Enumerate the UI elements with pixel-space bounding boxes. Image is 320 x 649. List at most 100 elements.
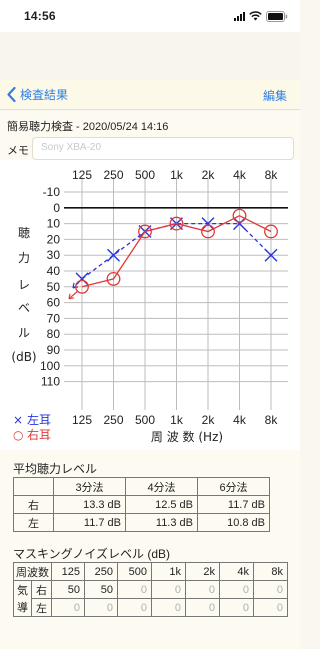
masking-cell: 0 xyxy=(185,598,220,617)
x-tick-label-bottom: 2k xyxy=(202,413,216,427)
x-tick-label-top: 4k xyxy=(233,168,247,182)
masking-header-label: 周波数 xyxy=(13,562,52,581)
y-tick-label: 40 xyxy=(47,264,61,278)
masking-freq: 500 xyxy=(117,562,152,581)
y-axis-label-char: (dB) xyxy=(11,350,36,364)
masking-cell: 0 xyxy=(253,580,288,599)
x-axis-label: 周 波 数 (Hz) xyxy=(151,429,223,444)
x-tick-label-bottom: 4k xyxy=(233,413,247,427)
masking-freq: 250 xyxy=(84,562,118,581)
masking-group-label: 気 xyxy=(13,580,32,599)
status-bar: 14:56 xyxy=(0,0,300,32)
test-title: 簡易聴力検査 - 2020/05/24 14:16 xyxy=(7,121,169,133)
legend-symbol: ○ xyxy=(13,428,23,442)
x-tick-label-bottom: 8k xyxy=(265,413,279,427)
x-tick-label-top: 500 xyxy=(135,168,155,182)
masking-cell: 0 xyxy=(219,580,254,599)
x-tick-label-top: 125 xyxy=(72,168,92,182)
masking-freq: 1k xyxy=(151,562,186,581)
table-row: 左 11.7 dB 11.3 dB 10.8 dB xyxy=(13,513,270,532)
masking-cell: 0 xyxy=(151,580,186,599)
average-cell: 11.7 dB xyxy=(197,495,270,514)
x-tick-label-bottom: 125 xyxy=(72,413,92,427)
audiogram-chart: -10 0 1020 30 40 50 6070 80 90 100 110 125 125 250 250… xyxy=(0,160,300,450)
y-tick-label: -10 xyxy=(43,185,61,199)
masking-noise-table: 周波数 125 250 500 1k 2k 4k 8k 気 右 50 50 0 … xyxy=(13,562,288,617)
navigation-bar: 検査結果 編集 xyxy=(0,80,300,110)
average-header-3: 3分法 xyxy=(53,477,126,496)
y-axis-label-char: ベ xyxy=(18,301,30,315)
back-button-label: 検査結果 xyxy=(20,88,69,102)
x-tick-label-top: 1k xyxy=(170,168,184,182)
row-label-left: 左 xyxy=(13,513,54,532)
masking-cell: 0 xyxy=(253,598,288,617)
masking-cell: 0 xyxy=(117,598,152,617)
masking-cell: 0 xyxy=(219,598,254,617)
average-cell: 11.3 dB xyxy=(125,513,198,532)
y-tick-label: 10 xyxy=(47,217,61,231)
x-tick-label-top: 8k xyxy=(265,168,279,182)
x-tick-label-top: 2k xyxy=(202,168,216,182)
masking-cell: 0 xyxy=(151,598,186,617)
masking-cell: 0 xyxy=(84,598,118,617)
masking-cell: 50 xyxy=(51,580,85,599)
memo-label: メモ xyxy=(7,145,29,157)
average-hearing-table: 3分法 4分法 6分法 右 13.3 dB 12.5 dB 11.7 dB 左 … xyxy=(13,477,270,532)
legend-label: 左耳 xyxy=(27,412,51,427)
y-tick-label: 70 xyxy=(47,311,61,325)
masking-cell: 0 xyxy=(51,598,85,617)
average-section-title: 平均聴力レベル xyxy=(13,462,98,476)
x-tick-label-bottom: 1k xyxy=(170,413,184,427)
x-tick-label-top: 250 xyxy=(103,168,123,182)
x-tick-label-bottom: 250 xyxy=(103,413,123,427)
legend-label: 右耳 xyxy=(27,427,51,442)
wifi-icon xyxy=(249,11,262,21)
row-label-right: 右 xyxy=(13,495,54,514)
back-button[interactable]: 検査結果 xyxy=(7,86,68,103)
average-cell: 10.8 dB xyxy=(197,513,270,532)
average-header-6: 6分法 xyxy=(197,477,270,496)
average-cell: 11.7 dB xyxy=(53,513,126,532)
top-spacer xyxy=(0,32,300,80)
y-tick-label: 90 xyxy=(47,343,61,357)
battery-icon xyxy=(266,10,288,22)
table-row: 導 左 0 0 0 0 0 0 0 xyxy=(13,598,288,617)
chart-background xyxy=(0,160,300,450)
y-tick-label: 20 xyxy=(47,232,61,246)
average-header-4: 4分法 xyxy=(125,477,198,496)
y-tick-label: 30 xyxy=(47,248,61,262)
table-row: 気 右 50 50 0 0 0 0 0 xyxy=(13,580,288,599)
masking-section-title: マスキングノイズレベル (dB) xyxy=(13,547,171,561)
y-axis-label-char: 力 xyxy=(18,251,30,265)
y-tick-label: 60 xyxy=(47,296,61,310)
status-time: 14:56 xyxy=(24,9,56,23)
y-tick-label: 0 xyxy=(53,201,60,215)
x-tick-label-bottom: 500 xyxy=(135,413,155,427)
masking-group-label: 導 xyxy=(13,598,32,617)
y-tick-label: 100 xyxy=(40,359,60,373)
masking-freq: 4k xyxy=(219,562,254,581)
masking-cell: 50 xyxy=(84,580,118,599)
masking-cell: 0 xyxy=(185,580,220,599)
status-icons xyxy=(234,10,288,22)
masking-row-label-left: 左 xyxy=(31,598,52,617)
masking-cell: 0 xyxy=(117,580,152,599)
legend-symbol: × xyxy=(13,413,23,427)
y-axis-label-char: 聴 xyxy=(18,226,30,240)
y-tick-label: 110 xyxy=(41,375,60,389)
signal-icon xyxy=(234,11,245,21)
average-cell: 13.3 dB xyxy=(53,495,126,514)
edit-button[interactable]: 編集 xyxy=(263,87,287,104)
y-axis-label-char: ル xyxy=(18,326,30,340)
average-header-corner xyxy=(13,477,54,496)
memo-field: Sony XBA-20 xyxy=(32,137,294,160)
masking-freq: 125 xyxy=(51,562,85,581)
y-axis-label-char: レ xyxy=(18,278,30,292)
masking-freq: 8k xyxy=(253,562,288,581)
y-tick-label: 80 xyxy=(47,327,61,341)
y-tick-label: 50 xyxy=(47,280,61,294)
masking-freq: 2k xyxy=(185,562,220,581)
average-cell: 12.5 dB xyxy=(125,495,198,514)
table-row: 右 13.3 dB 12.5 dB 11.7 dB xyxy=(13,495,270,514)
chevron-left-icon xyxy=(7,87,16,102)
